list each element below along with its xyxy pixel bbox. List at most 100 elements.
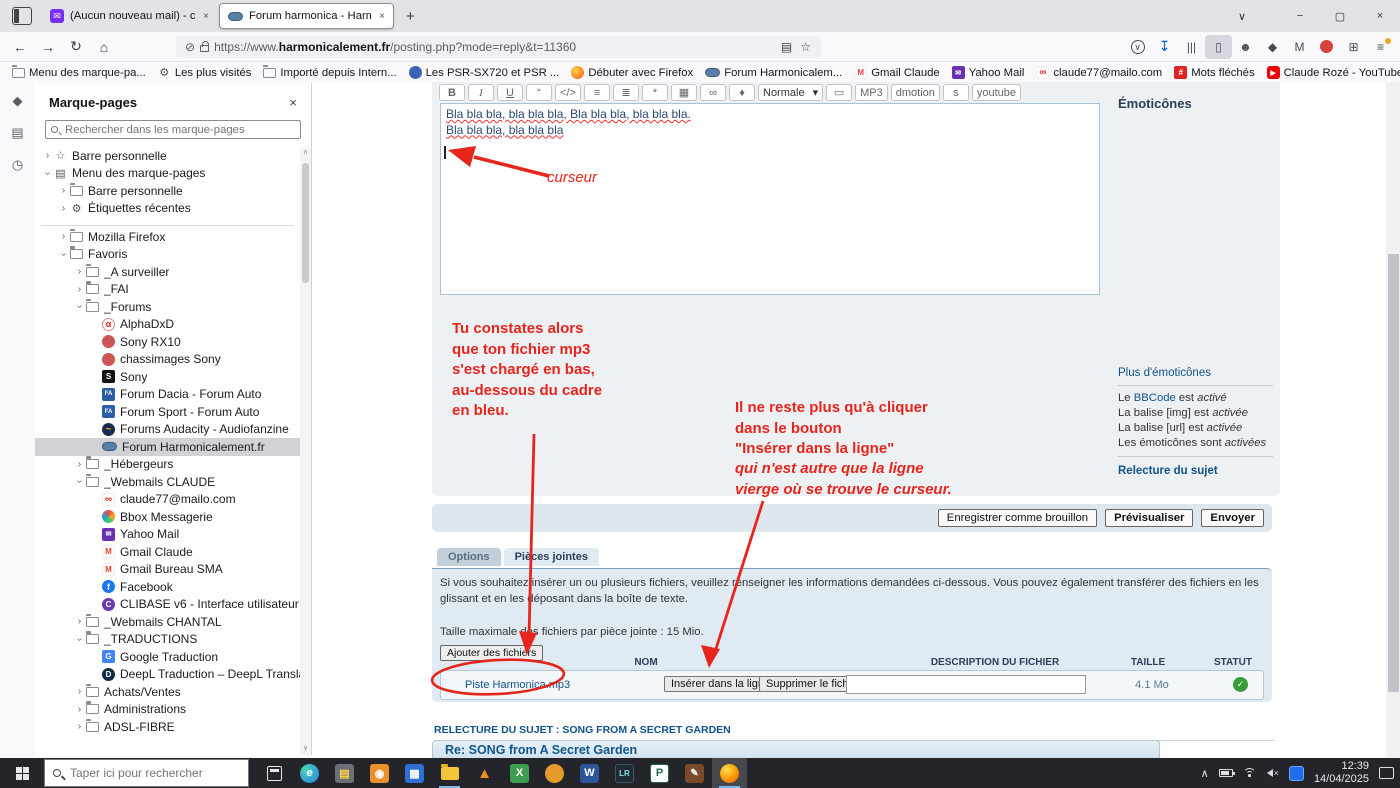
bookmark-tree-row[interactable]: › Mozilla Firefox: [35, 228, 300, 246]
app-calculator[interactable]: ▦: [397, 758, 432, 788]
bookmark-tree-row[interactable]: › Administrations: [35, 701, 300, 719]
s-button[interactable]: s: [943, 84, 969, 101]
bookmark-item[interactable]: ✉ Yahoo Mail: [952, 66, 1025, 79]
list-item-button[interactable]: *: [642, 84, 668, 101]
image-button[interactable]: ▦: [671, 84, 697, 101]
bookmark-tree-row[interactable]: › _FAI: [35, 281, 300, 299]
bookmark-item[interactable]: ∞ claude77@mailo.com: [1036, 66, 1162, 79]
task-view-button[interactable]: [257, 758, 292, 788]
scrollbar-thumb[interactable]: [302, 163, 309, 283]
dailymotion-button[interactable]: dmotion: [891, 84, 940, 101]
sidebar-tool-pages-icon[interactable]: ▤: [11, 125, 23, 141]
frame-button[interactable]: ▭: [826, 84, 852, 101]
bookmark-tree-row[interactable]: › _Hébergeurs: [35, 456, 300, 474]
library-icon[interactable]: |||: [1178, 35, 1205, 59]
app-paws[interactable]: [537, 758, 572, 788]
bookmark-tree-row[interactable]: M Gmail Bureau SMA: [35, 561, 300, 579]
chevron-icon[interactable]: ›: [73, 616, 86, 627]
bookmark-tree-row[interactable]: G Google Traduction: [35, 648, 300, 666]
sidebar-close-icon[interactable]: ×: [289, 95, 297, 110]
taskbar-clock[interactable]: 12:39 14/04/2025: [1314, 760, 1369, 786]
reader-mode-icon[interactable]: ▤: [781, 40, 792, 54]
bookmark-tree-row[interactable]: › Barre personnelle: [35, 182, 300, 200]
app-media[interactable]: ▤: [327, 758, 362, 788]
chevron-icon[interactable]: ›: [57, 231, 70, 242]
forward-button[interactable]: →: [34, 39, 62, 55]
ublock-icon[interactable]: ◆: [1259, 35, 1286, 59]
message-textarea[interactable]: Bla bla bla, bla bla bla, Bla bla bla, b…: [440, 103, 1100, 295]
sidebar-toggle-icon[interactable]: ▯: [1205, 35, 1232, 59]
scrollbar-thumb[interactable]: [1388, 254, 1399, 692]
app-explorer[interactable]: [432, 758, 467, 788]
tab-forum-active[interactable]: Forum harmonica - Harmonical ×: [219, 3, 394, 29]
minimize-button[interactable]: −: [1280, 10, 1320, 22]
extension-m-icon[interactable]: M: [1286, 35, 1313, 59]
bookmark-tree-row[interactable]: ✉ Yahoo Mail: [35, 526, 300, 544]
more-emoticons-link[interactable]: Plus d'émoticônes: [1118, 367, 1286, 379]
url-bar[interactable]: ⊘ https://www.harmonicalement.fr/posting…: [176, 36, 821, 58]
taskbar-search-input[interactable]: [68, 765, 228, 781]
chevron-icon[interactable]: ›: [57, 203, 70, 214]
chevron-icon[interactable]: ›: [73, 284, 86, 295]
page-scrollbar[interactable]: [1386, 82, 1400, 758]
reload-button[interactable]: ↻: [62, 38, 90, 55]
pocket-icon[interactable]: ∨: [1124, 35, 1151, 59]
new-tab-button[interactable]: +: [396, 8, 425, 25]
chevron-icon[interactable]: ›: [74, 475, 85, 488]
bookmark-tree-row[interactable]: Forum Harmonicalement.fr: [35, 438, 300, 456]
bookmark-tree-row[interactable]: › _Webmails CLAUDE: [35, 473, 300, 491]
taskbar-search[interactable]: [44, 759, 249, 787]
chevron-icon[interactable]: ›: [73, 266, 86, 277]
sidebar-tool-history-icon[interactable]: ◷: [12, 157, 23, 173]
notification-center-icon[interactable]: [1379, 767, 1394, 779]
bookmark-tree-row[interactable]: › _Forums: [35, 298, 300, 316]
bbcode-link[interactable]: BBCode: [1134, 392, 1176, 404]
bookmark-item[interactable]: Menu des marque-pa...: [12, 67, 146, 79]
app-lightroom[interactable]: LR: [607, 758, 642, 788]
chevron-icon[interactable]: ›: [58, 248, 69, 261]
tray-app-icon[interactable]: [1289, 766, 1304, 781]
bookmark-tree-row[interactable]: f Facebook: [35, 578, 300, 596]
battery-icon[interactable]: [1219, 769, 1233, 777]
chevron-icon[interactable]: ›: [57, 185, 70, 196]
start-button[interactable]: [0, 758, 44, 788]
bookmark-item[interactable]: M Gmail Claude: [854, 66, 939, 79]
code-button[interactable]: </>: [555, 84, 581, 101]
bookmark-item[interactable]: ▶ Claude Rozé - YouTube: [1267, 66, 1400, 79]
italic-button[interactable]: I: [468, 84, 494, 101]
chevron-icon[interactable]: ›: [74, 633, 85, 646]
chevron-icon[interactable]: ›: [73, 686, 86, 697]
bookmark-tree-row[interactable]: M Gmail Claude: [35, 543, 300, 561]
extension-red-icon[interactable]: [1313, 35, 1340, 59]
bookmark-tree-row[interactable]: FA Forum Dacia - Forum Auto: [35, 386, 300, 404]
bookmark-tree-row[interactable]: › Favoris: [35, 246, 300, 264]
color-button[interactable]: ♦: [729, 84, 755, 101]
tracking-blocked-icon[interactable]: ⊘: [185, 40, 195, 54]
app-paint[interactable]: ✎: [677, 758, 712, 788]
mp3-button[interactable]: MP3: [855, 84, 888, 101]
tab-options[interactable]: Options: [437, 548, 501, 566]
file-comment-textarea[interactable]: [846, 675, 1086, 694]
chevron-icon[interactable]: ›: [73, 721, 86, 732]
bookmark-item[interactable]: Importé depuis Intern...: [263, 67, 396, 79]
back-button[interactable]: ←: [6, 39, 34, 55]
bookmark-tree-row[interactable]: ~ Forums Audacity - Audiofanzine: [35, 421, 300, 439]
firefox-view-icon[interactable]: [12, 7, 32, 25]
bookmark-tree-row[interactable]: S Sony: [35, 368, 300, 386]
bookmark-item[interactable]: Débuter avec Firefox: [571, 66, 693, 79]
bookmark-item[interactable]: ⚙ Les plus visités: [158, 66, 252, 79]
attachment-file-link[interactable]: Piste Harmonica.mp3: [465, 679, 570, 691]
sidebar-tool-bookmarks-icon[interactable]: ◆: [13, 93, 23, 109]
bookmark-tree-row[interactable]: › _Webmails CHANTAL: [35, 613, 300, 631]
wifi-icon[interactable]: [1243, 768, 1257, 778]
add-files-button[interactable]: Ajouter des fichiers: [440, 645, 543, 661]
home-button[interactable]: ⌂: [90, 39, 118, 55]
close-window-button[interactable]: ×: [1360, 10, 1400, 22]
bold-button[interactable]: B: [439, 84, 465, 101]
app-photos[interactable]: ◉: [362, 758, 397, 788]
bookmark-item[interactable]: # Mots fléchés: [1174, 66, 1254, 79]
app-xnview[interactable]: X: [502, 758, 537, 788]
chevron-icon[interactable]: ›: [41, 150, 54, 161]
chevron-icon[interactable]: ›: [73, 459, 86, 470]
save-draft-button[interactable]: Enregistrer comme brouillon: [938, 509, 1097, 527]
